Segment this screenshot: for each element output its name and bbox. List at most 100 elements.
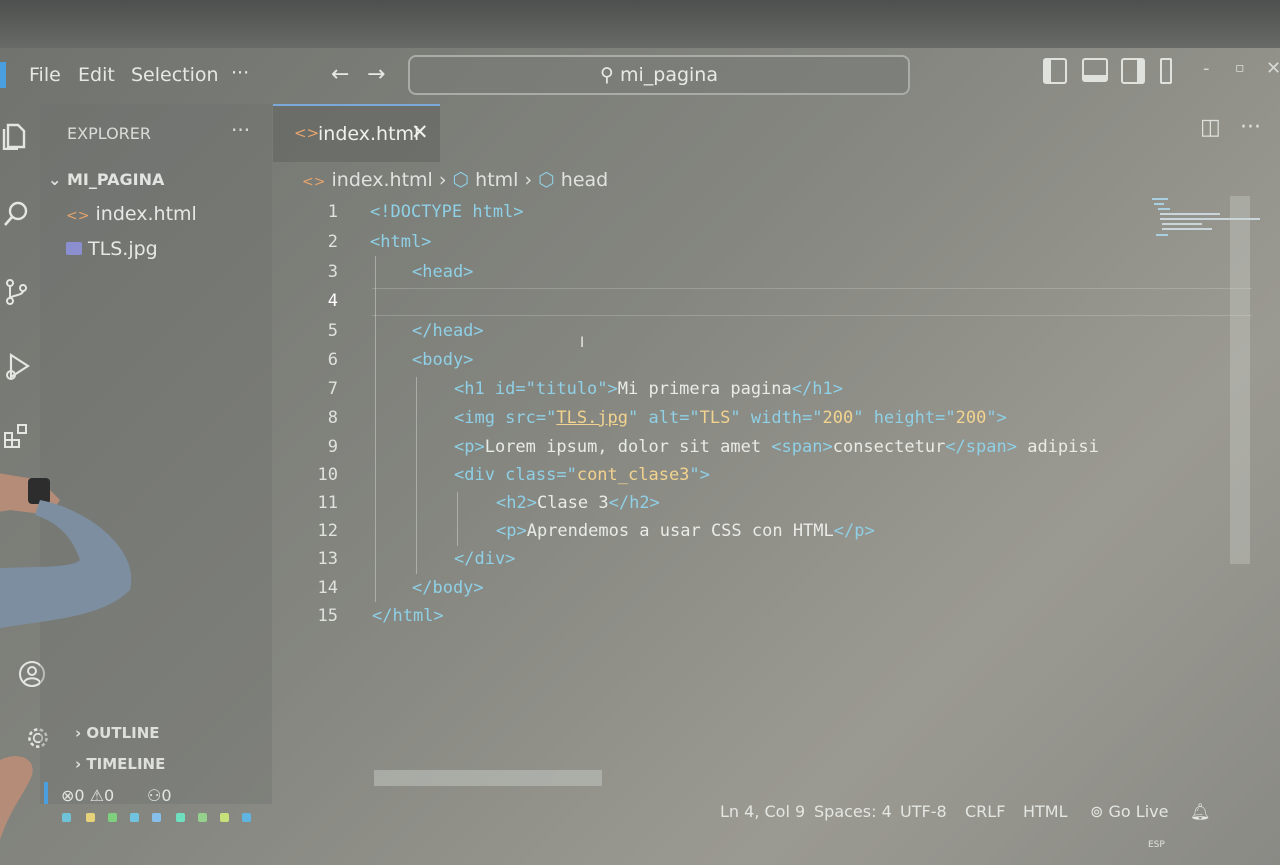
end-of-line[interactable]: CRLF [965,802,1005,821]
close-tab-icon[interactable]: ✕ [411,120,429,144]
breadcrumb-separator: › [524,169,533,191]
taskbar-app-icon[interactable] [220,813,229,822]
warning-icon: ⚠ [89,786,105,805]
toggle-primary-sidebar-icon[interactable] [1043,58,1067,84]
code-line-10[interactable]: <div class="cont_clase3"> [454,465,710,485]
code-line-5[interactable]: </head> [412,321,484,341]
taskbar-app-icon[interactable] [62,813,71,822]
code-line-1[interactable]: <!DOCTYPE html> [370,202,524,222]
line-number: 7 [327,379,338,399]
code-line-11[interactable]: <h2>Clase 3</h2> [496,493,660,513]
indentation[interactable]: Spaces: 4 [814,802,892,821]
ports-indicator[interactable]: ⚇0 [147,786,172,805]
menu-file[interactable]: File [29,64,61,86]
breadcrumb-html[interactable]: html [475,169,518,191]
breadcrumb-separator: › [438,169,447,191]
taskbar-app-icon[interactable] [130,813,139,822]
minimize-icon[interactable]: - [1203,58,1210,79]
toggle-panel-icon[interactable] [1082,58,1108,82]
explorer-icon[interactable] [2,122,30,150]
error-icon: ⊗ [61,786,75,805]
line-number: 12 [317,521,338,541]
code-line-3[interactable]: <head> [412,262,473,282]
split-editor-icon[interactable]: ◫ [1200,115,1221,140]
menu-more[interactable]: ··· [231,62,249,84]
search-icon: ⚲ [600,64,614,86]
horizontal-scrollbar[interactable] [374,770,602,786]
outline-section[interactable]: › OUTLINE [75,724,160,742]
breadcrumb-head[interactable]: head [561,169,608,191]
line-number: 11 [317,493,338,513]
warning-count: 0 [104,786,115,805]
input-language[interactable]: ESP [1148,840,1165,850]
editor-more-button[interactable]: ··· [1240,115,1261,140]
doctype-token: <!DOCTYPE html> [370,202,524,222]
code-line-2[interactable]: <html> [370,232,431,252]
breadcrumb-file[interactable]: index.html [332,169,433,191]
taskbar-app-icon[interactable] [108,813,117,822]
html-file-icon: <> [66,208,90,224]
ports-count: 0 [161,786,172,805]
customize-layout-icon[interactable] [1160,58,1172,84]
html-file-icon: <> [302,174,326,190]
chevron-right-icon: › [75,724,82,742]
code-line-14[interactable]: </body> [412,578,484,598]
string-token: 200 [955,408,987,428]
menu-selection[interactable]: Selection [131,64,219,86]
forward-arrow-icon[interactable]: → [367,62,385,87]
string-token: TLS [699,408,731,428]
source-control-icon[interactable] [2,278,30,306]
broadcast-icon: ⚇ [147,786,162,805]
line-number: 1 [327,202,338,222]
cursor-position[interactable]: Ln 4, Col 9 [720,802,805,821]
text-token: Mi primera pagina [617,379,792,399]
language-mode[interactable]: HTML [1023,802,1068,821]
code-line-9[interactable]: <p>Lorem ipsum, dolor sit amet <span>con… [454,437,1124,457]
tab-label: index.html [318,123,420,145]
close-window-icon[interactable]: ✕ [1266,58,1280,79]
text-token: consectetur [832,437,946,457]
taskbar-app-icon[interactable] [242,813,251,822]
back-arrow-icon[interactable]: ← [331,62,349,87]
problems-indicator[interactable]: ⊗0 ⚠0 [61,786,114,805]
tag-token: </span> [945,437,1017,457]
remote-indicator[interactable] [44,782,48,804]
notifications-bell-icon[interactable]: 🔔︎ [1190,802,1210,821]
indent-guide [457,492,458,546]
menu-edit[interactable]: Edit [78,64,115,86]
tag-token: </h1> [791,379,843,399]
code-line-7[interactable]: <h1 id="titulo">Mi primera pagina</h1> [454,379,843,399]
file-item-index-html[interactable]: <> index.html [66,203,197,225]
encoding[interactable]: UTF-8 [900,802,947,821]
line-number: 2 [327,232,338,252]
search-view-icon[interactable] [2,200,30,228]
presenter-hand [0,756,33,840]
timeline-section[interactable]: › TIMELINE [75,755,165,773]
line-number: 14 [317,578,338,598]
toggle-secondary-sidebar-icon[interactable] [1121,58,1145,84]
maximize-icon[interactable]: ▫ [1235,60,1245,76]
vertical-scrollbar[interactable] [1230,196,1250,564]
taskbar-app-icon[interactable] [152,813,161,822]
command-center-search[interactable]: ⚲ mi_pagina [408,55,910,95]
text-token: Lorem ipsum, dolor sit amet [484,437,772,457]
go-live-label: Go Live [1108,802,1169,821]
go-live-button[interactable]: ⊚ Go Live [1090,802,1168,821]
code-line-8[interactable]: <img src="TLS.jpg" alt="TLS" width="200"… [454,408,1007,428]
taskbar-app-icon[interactable] [198,813,207,822]
tag-token: </div> [454,549,516,569]
file-item-tls-jpg[interactable]: TLS.jpg [66,238,158,260]
tag-token: <body> [412,350,474,370]
taskbar-app-icon[interactable] [86,813,95,822]
run-and-debug-icon[interactable] [2,352,30,380]
explorer-more-button[interactable]: ··· [231,118,250,142]
folder-mi-pagina[interactable]: ⌄ MI_PAGINA [48,170,164,189]
code-line-15[interactable]: </html> [372,606,444,626]
taskbar-app-icon[interactable] [176,813,185,822]
code-line-13[interactable]: </div> [454,549,515,569]
tag-token: </body> [412,578,484,598]
code-line-6[interactable]: <body> [412,350,473,370]
line-number: 3 [327,262,338,282]
extensions-icon[interactable] [2,422,30,450]
code-line-12[interactable]: <p>Aprendemos a usar CSS con HTML</p> [496,521,875,541]
